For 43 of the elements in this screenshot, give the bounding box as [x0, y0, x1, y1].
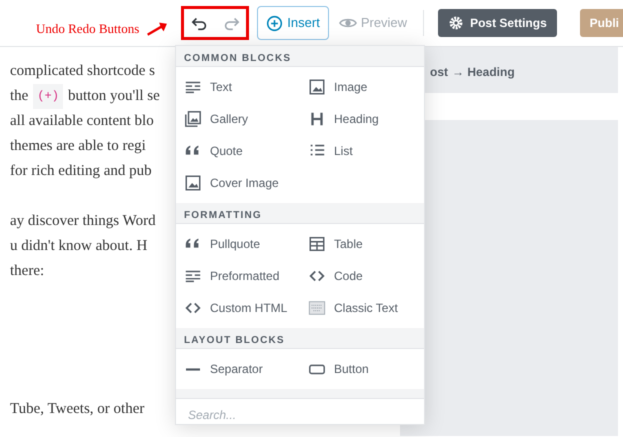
paragraph-text: complicated shortcode s: [10, 62, 155, 81]
block-item[interactable]: Code: [300, 260, 424, 292]
block-item[interactable]: Heading: [300, 103, 424, 135]
paragraph-text: there:: [10, 262, 44, 281]
block-item[interactable]: Gallery: [176, 103, 300, 135]
block-item[interactable]: Table: [300, 228, 424, 260]
paragraph-text: all available content blo: [10, 112, 154, 131]
plus-circle-icon: [266, 14, 284, 32]
image-icon: [184, 174, 202, 192]
inline-code: (+): [33, 84, 63, 109]
block-item[interactable]: Separator: [176, 353, 300, 385]
insert-button[interactable]: Insert: [257, 6, 329, 40]
block-item[interactable]: Custom HTML: [176, 292, 300, 324]
gallery-icon: [184, 110, 202, 128]
separator-icon: [186, 368, 200, 370]
section-heading: LAYOUT BLOCKS: [176, 328, 424, 349]
image-icon: [308, 78, 326, 96]
paragraph-text: u didn't know about. H: [10, 237, 148, 256]
annotation-label: Undo Redo Buttons: [36, 20, 140, 38]
block-item[interactable]: Classic Text: [300, 292, 424, 324]
block-item[interactable]: Quote: [176, 135, 300, 167]
block-item[interactable]: Pullquote: [176, 228, 300, 260]
paragraph-text: themes are able to regi: [10, 137, 146, 156]
table-icon: [308, 235, 326, 253]
search-field[interactable]: Search...: [176, 398, 424, 424]
paragraph-text: the: [10, 87, 28, 106]
paragraph-text: for rich editing and pub: [10, 162, 152, 181]
paragraph-text: Tube, Tweets, or other: [10, 400, 144, 419]
breadcrumb-link[interactable]: ost: [430, 63, 448, 93]
block-item[interactable]: Image: [300, 71, 424, 103]
section-heading: COMMON BLOCKS: [176, 46, 424, 67]
post-settings-button[interactable]: Post Settings: [438, 9, 557, 37]
keyboard-icon: [308, 299, 326, 317]
section-heading: FORMATTING: [176, 203, 424, 224]
block-item[interactable]: Text: [176, 71, 300, 103]
block-item[interactable]: List: [300, 135, 424, 167]
block-item[interactable]: Preformatted: [176, 260, 300, 292]
breadcrumb-text: → Heading: [452, 64, 515, 81]
block-item[interactable]: Cover Image: [176, 167, 300, 199]
paragraph-text: button you'll se: [68, 87, 160, 106]
block-item[interactable]: Button: [300, 353, 424, 385]
paragraph-text: ay discover things Word: [10, 212, 156, 231]
gear-icon: [448, 15, 464, 31]
